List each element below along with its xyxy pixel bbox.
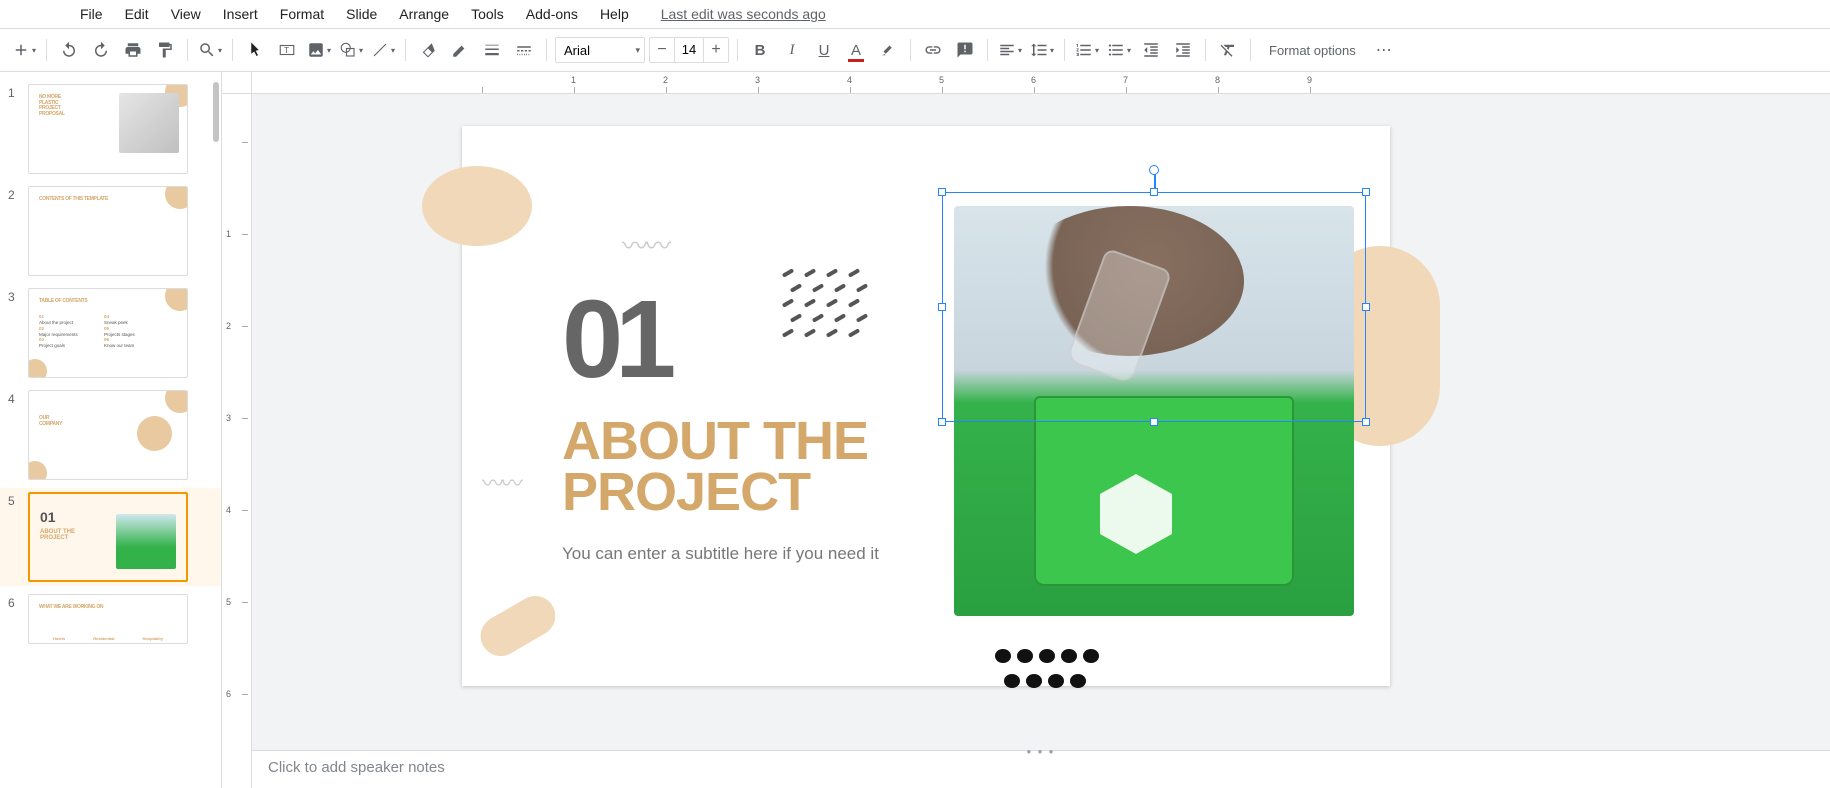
slide-filmstrip[interactable]: 1 NO MORE PLASTIC PROJECT PROPOSAL 2 CON… — [0, 72, 222, 788]
thumb-image-placeholder — [119, 93, 179, 153]
slide-thumb-1[interactable]: NO MORE PLASTIC PROJECT PROPOSAL — [28, 84, 188, 174]
slide-thumb-4[interactable]: OUR COMPANY — [28, 390, 188, 480]
slide-number-text[interactable]: 01 — [562, 276, 668, 403]
font-size-increase[interactable]: + — [704, 41, 728, 59]
menu-file[interactable]: File — [70, 2, 113, 26]
print-button[interactable] — [119, 36, 147, 64]
ruler-corner — [222, 72, 252, 94]
line-tool[interactable] — [369, 36, 397, 64]
resize-handle[interactable] — [1150, 188, 1158, 196]
resize-handle[interactable] — [938, 418, 946, 426]
decorative-blob — [422, 166, 532, 246]
resize-handle[interactable] — [1362, 188, 1370, 196]
menu-bar: File Edit View Insert Format Slide Arran… — [0, 0, 1830, 28]
font-family-label: Arial — [564, 43, 590, 58]
fill-color-button[interactable] — [414, 36, 442, 64]
slide-thumb-2[interactable]: CONTENTS OF THIS TEMPLATE — [28, 186, 188, 276]
thumb-number: 4 — [8, 390, 28, 406]
horizontal-ruler[interactable]: 123456789 — [252, 72, 1830, 94]
more-button[interactable]: ⋯ — [1370, 36, 1398, 64]
scrollbar-thumb[interactable] — [213, 82, 219, 142]
menu-insert[interactable]: Insert — [213, 2, 268, 26]
shape-tool[interactable] — [337, 36, 365, 64]
canvas-area[interactable]: 123456789 123456 〰〰 〰〰 01 ABOUT THEPROJE… — [222, 72, 1830, 788]
thumb-number: 2 — [8, 186, 28, 202]
font-size-control: − 14 + — [649, 37, 729, 63]
undo-button[interactable] — [55, 36, 83, 64]
text-color-button[interactable]: A — [842, 36, 870, 64]
thumb-number: 6 — [8, 594, 28, 610]
textbox-tool[interactable]: T — [273, 36, 301, 64]
decorative-squiggle: 〰〰 — [482, 466, 520, 498]
paint-format-button[interactable] — [151, 36, 179, 64]
thumb-number: 5 — [8, 492, 28, 508]
select-tool[interactable] — [241, 36, 269, 64]
underline-button[interactable]: U — [810, 36, 838, 64]
font-size-decrease[interactable]: − — [650, 41, 674, 59]
link-button[interactable] — [919, 36, 947, 64]
menu-view[interactable]: View — [161, 2, 211, 26]
menu-slide[interactable]: Slide — [336, 2, 387, 26]
thumb-number: 1 — [8, 84, 28, 100]
menu-format[interactable]: Format — [270, 2, 334, 26]
align-button[interactable] — [996, 36, 1024, 64]
indent-decrease-button[interactable] — [1137, 36, 1165, 64]
notes-resize-grip[interactable]: ● ● ● — [1027, 747, 1056, 756]
recycle-icon — [1096, 474, 1176, 554]
slide-thumb-5[interactable]: 01 ABOUT THE PROJECT — [28, 492, 188, 582]
menu-edit[interactable]: Edit — [115, 2, 159, 26]
image-recycle-bin — [1034, 396, 1294, 586]
bulleted-list-button[interactable] — [1105, 36, 1133, 64]
redo-button[interactable] — [87, 36, 115, 64]
rotate-handle[interactable] — [1149, 165, 1159, 175]
decorative-dots — [992, 646, 1102, 696]
last-edit-link[interactable]: Last edit was seconds ago — [651, 2, 836, 26]
numbered-list-button[interactable] — [1073, 36, 1101, 64]
slide-image[interactable] — [954, 206, 1354, 616]
vertical-ruler[interactable]: 123456 — [222, 94, 252, 788]
border-weight-button[interactable] — [478, 36, 506, 64]
border-color-button[interactable] — [446, 36, 474, 64]
highlight-color-button[interactable] — [874, 36, 902, 64]
font-size-value[interactable]: 14 — [674, 38, 704, 62]
toolbar: T Arial − 14 + B I U A Format options ⋯ — [0, 28, 1830, 72]
font-family-select[interactable]: Arial — [555, 37, 645, 63]
speaker-notes[interactable]: ● ● ● Click to add speaker notes — [252, 750, 1830, 788]
thumb-title: TABLE OF CONTENTS — [29, 289, 187, 305]
line-spacing-button[interactable] — [1028, 36, 1056, 64]
new-slide-button[interactable] — [10, 36, 38, 64]
thumb-number: 3 — [8, 288, 28, 304]
slide-thumb-6[interactable]: WHAT WE ARE WORKING ON HotelsResidential… — [28, 594, 188, 644]
thumb-title: CONTENTS OF THIS TEMPLATE — [29, 187, 187, 203]
decorative-squiggle: 〰〰 — [622, 226, 668, 263]
speaker-notes-placeholder: Click to add speaker notes — [268, 759, 445, 776]
border-dash-button[interactable] — [510, 36, 538, 64]
slide-thumb-3[interactable]: TABLE OF CONTENTS 01About the project 02… — [28, 288, 188, 378]
resize-handle[interactable] — [938, 188, 946, 196]
menu-arrange[interactable]: Arrange — [389, 2, 459, 26]
resize-handle[interactable] — [938, 303, 946, 311]
thumb-title: WHAT WE ARE WORKING ON — [29, 595, 187, 611]
svg-text:T: T — [284, 46, 289, 55]
bold-button[interactable]: B — [746, 36, 774, 64]
slide-subtitle-text[interactable]: You can enter a subtitle here if you nee… — [562, 544, 879, 564]
zoom-button[interactable] — [196, 36, 224, 64]
thumb-big-num: 01 — [40, 509, 56, 525]
image-tool[interactable] — [305, 36, 333, 64]
menu-tools[interactable]: Tools — [461, 2, 514, 26]
slide-canvas[interactable]: 〰〰 〰〰 01 ABOUT THEPROJECT You can enter … — [462, 126, 1390, 686]
menu-help[interactable]: Help — [590, 2, 639, 26]
clear-formatting-button[interactable] — [1214, 36, 1242, 64]
comment-button[interactable] — [951, 36, 979, 64]
menu-addons[interactable]: Add-ons — [516, 2, 588, 26]
italic-button[interactable]: I — [778, 36, 806, 64]
decorative-blob — [473, 589, 562, 664]
indent-increase-button[interactable] — [1169, 36, 1197, 64]
decorative-dashes — [782, 271, 882, 351]
format-options-button[interactable]: Format options — [1259, 43, 1366, 58]
thumb-title: ABOUT THE PROJECT — [40, 529, 75, 541]
slide-title-text[interactable]: ABOUT THEPROJECT — [562, 416, 868, 519]
